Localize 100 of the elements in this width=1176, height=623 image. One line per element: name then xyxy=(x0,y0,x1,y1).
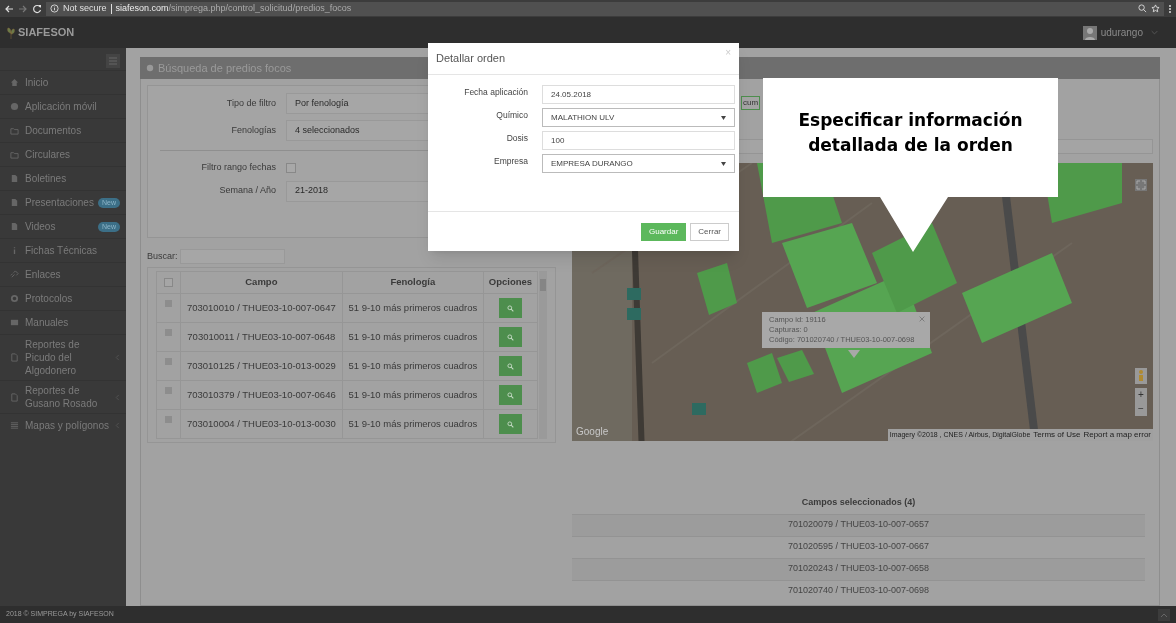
callout-text: Especificar información detallada de la orden xyxy=(797,109,1024,157)
pegman-icon[interactable] xyxy=(1135,368,1147,384)
input-field[interactable]: 100 xyxy=(542,131,735,150)
close-button[interactable]: Cerrar xyxy=(690,222,729,241)
brand-name: SIAFESON xyxy=(18,25,75,41)
sidebar-item-label: Documentos xyxy=(25,124,83,137)
field-label: Tipo de filtro xyxy=(225,96,276,110)
list-title: Campos seleccionados (4) xyxy=(800,496,917,509)
field-label: Fenologías xyxy=(230,123,276,137)
menu-item-icon xyxy=(10,392,19,402)
back-icon[interactable] xyxy=(4,3,14,14)
sidebar-item-label: Reportes de Gusano Rosado xyxy=(25,384,99,410)
menu-item-icon xyxy=(10,126,19,135)
search-icon xyxy=(507,420,514,428)
leaf-logo-icon xyxy=(6,26,16,39)
table-cell: 51 9-10 más primeros cuadros xyxy=(342,351,484,381)
menu-item-icon xyxy=(10,270,19,279)
field-label: Filtro rango fechas xyxy=(200,161,276,174)
menu-item-icon xyxy=(10,353,19,362)
list-item: 701020243 / THUE03-10-007-0658 xyxy=(572,557,1145,580)
caret-icon[interactable] xyxy=(1151,29,1158,36)
view-button[interactable] xyxy=(499,385,522,405)
table-cell: 703010125 / THUE03-10-013-0029 xyxy=(180,351,343,381)
table-cell: 51 9-10 más primeros cuadros xyxy=(342,322,484,352)
sidebar-item-label: Boletines xyxy=(25,172,68,185)
modal-title: Detallar orden xyxy=(436,51,507,67)
column-header: Fenología xyxy=(342,271,484,294)
zoom-icon[interactable] xyxy=(1138,4,1147,13)
search-icon xyxy=(507,391,514,399)
list-item: 701020595 / THUE03-10-007-0667 xyxy=(572,535,1145,558)
menu-item-icon xyxy=(10,150,19,159)
search-icon xyxy=(507,304,514,312)
sidebar-item-label: Manuales xyxy=(25,316,70,329)
select-all-checkbox[interactable] xyxy=(164,278,173,287)
dropdown-icon xyxy=(721,115,726,120)
map-logo: Google xyxy=(576,425,609,439)
close-icon[interactable] xyxy=(919,316,925,322)
column-header: Campo xyxy=(180,271,343,294)
sidebar-item-label: Fichas Técnicas xyxy=(25,244,99,257)
sidebar-item-label: Videos xyxy=(25,220,57,233)
sidebar-item-label: Presentaciones xyxy=(25,196,92,209)
popup-pointer-icon xyxy=(848,350,860,358)
dropdown-icon xyxy=(721,161,726,166)
table-cell: 703010010 / THUE03-10-007-0647 xyxy=(180,293,343,323)
search-icon xyxy=(507,362,514,370)
view-button[interactable] xyxy=(499,327,522,347)
view-button[interactable] xyxy=(499,298,522,318)
field-label: Semana / Año xyxy=(218,184,276,198)
partial-field: cum xyxy=(741,96,761,110)
scrollbar[interactable] xyxy=(539,271,547,439)
checkbox[interactable] xyxy=(286,162,296,173)
menu-icon[interactable] xyxy=(1168,3,1172,14)
menu-item-icon xyxy=(10,174,19,183)
menu-item-icon xyxy=(10,78,19,87)
table-cell: 51 9-10 más primeros cuadros xyxy=(342,409,484,439)
scroll-top-icon[interactable] xyxy=(1158,608,1170,621)
table-cell: 703010379 / THUE03-10-007-0646 xyxy=(180,380,343,410)
view-button[interactable] xyxy=(499,356,522,376)
select-field[interactable]: EMPRESA DURANGO xyxy=(542,154,735,173)
table-cell: 51 9-10 más primeros cuadros xyxy=(342,293,484,323)
search-icon xyxy=(507,333,514,341)
sidebar-item-label: Reportes de Picudo del Algodonero xyxy=(25,338,81,377)
table-cell: 703010011 / THUE03-10-007-0648 xyxy=(180,322,343,352)
menu-toggle-icon[interactable] xyxy=(106,54,120,68)
search-label: Buscar: xyxy=(147,249,178,263)
sidebar-item-label: Aplicación móvil xyxy=(25,100,98,113)
menu-item-icon xyxy=(10,421,19,430)
list-item: 701020740 / THUE03-10-007-0698 xyxy=(572,579,1145,602)
report-link[interactable]: Report a map error xyxy=(1083,429,1151,441)
menu-item-icon xyxy=(10,222,19,231)
zoom-out-button[interactable]: − xyxy=(1135,402,1147,416)
table-cell: 51 9-10 más primeros cuadros xyxy=(342,380,484,410)
terms-link[interactable]: Terms of Use xyxy=(1033,429,1081,441)
user-name[interactable]: udurango xyxy=(1100,25,1143,40)
close-button[interactable]: × xyxy=(725,47,731,58)
save-button[interactable]: Guardar xyxy=(640,222,687,241)
star-icon[interactable] xyxy=(1151,4,1160,13)
list-item: 701020079 / THUE03-10-007-0657 xyxy=(572,513,1145,536)
sidebar-item-label: Circulares xyxy=(25,148,71,161)
view-button[interactable] xyxy=(499,414,522,434)
sidebar-item-label: Protocolos xyxy=(25,292,74,305)
info-icon xyxy=(50,4,59,13)
field-label: Empresa xyxy=(493,155,528,168)
menu-item-icon xyxy=(10,102,19,111)
menu-item-icon xyxy=(10,198,19,207)
sidebar-item-label: Enlaces xyxy=(25,268,62,281)
select-field[interactable]: MALATHION ULV xyxy=(542,108,735,127)
security-label: Not secure xyxy=(63,1,107,15)
avatar-icon xyxy=(1082,25,1097,40)
input-field[interactable]: 24.05.2018 xyxy=(542,85,735,104)
zoom-in-button[interactable]: + xyxy=(1135,388,1147,402)
url-text: siafeson.com/simprega.php/control_solicitud/predios_focos xyxy=(115,1,352,15)
table-cell: 703010004 / THUE03-10-013-0030 xyxy=(180,409,343,439)
column-header: Opciones xyxy=(483,271,538,294)
sidebar-item-label: Mapas y polígonos xyxy=(25,419,109,432)
fullscreen-icon[interactable] xyxy=(1135,179,1147,191)
menu-item-icon xyxy=(10,318,19,327)
sidebar-item-label: Inicio xyxy=(25,76,50,89)
reload-icon[interactable] xyxy=(32,3,42,14)
address-bar[interactable]: Not secure siafeson.com/simprega.php/control_solicitud/predios_focos xyxy=(46,1,1164,16)
